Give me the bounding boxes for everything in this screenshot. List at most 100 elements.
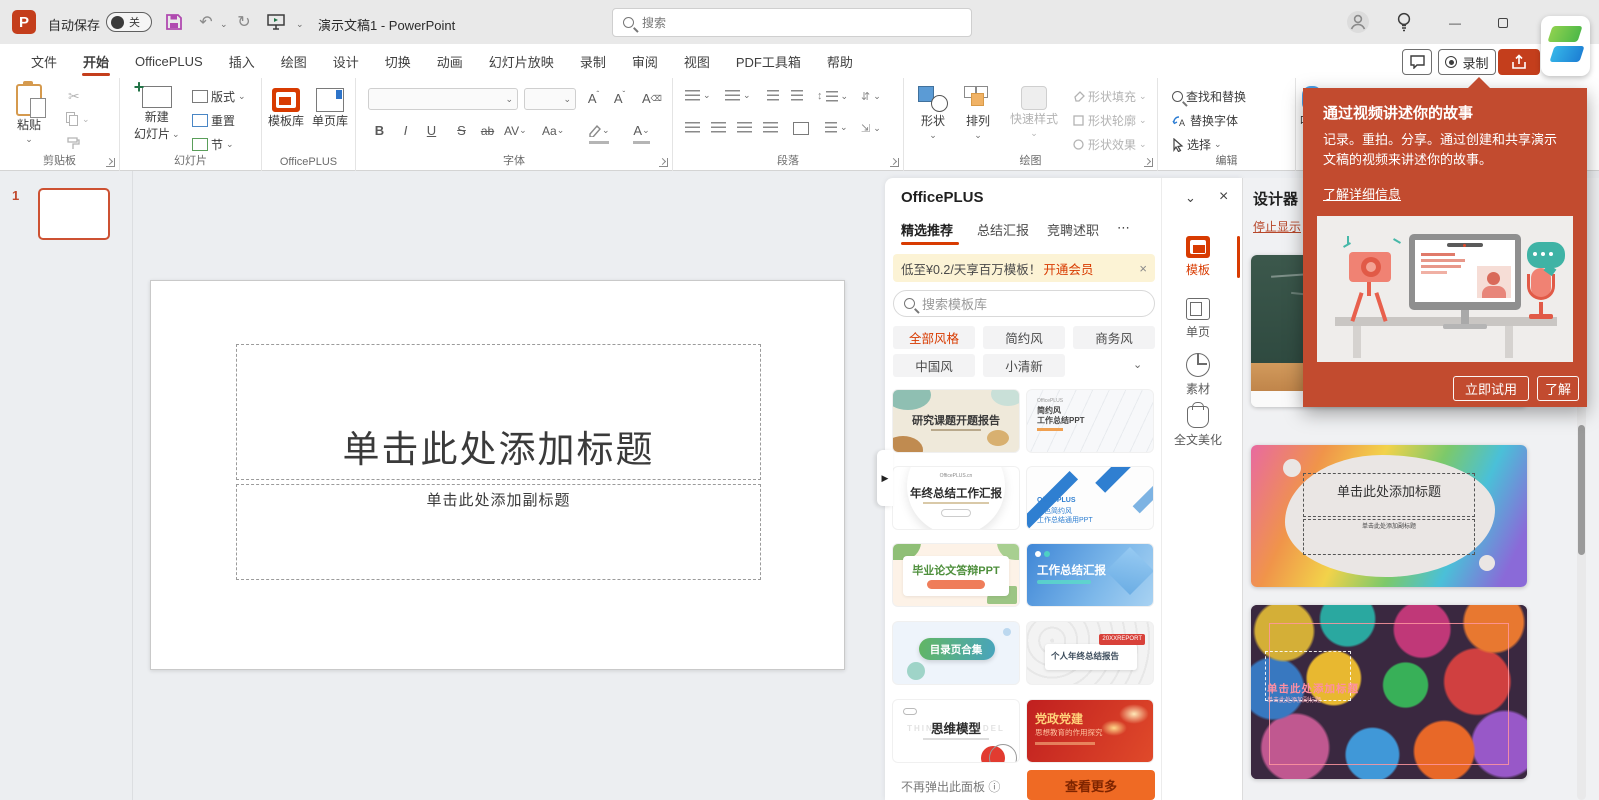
shape-fill-button[interactable]: 形状填充⌄	[1072, 88, 1147, 105]
promo-banner[interactable]: 低至¥0.2/天享百万模板！ 开通会员 ×	[893, 254, 1155, 282]
paste-button[interactable]: 粘贴 ⌄	[16, 84, 42, 144]
columns-button[interactable]	[793, 122, 809, 135]
strikethrough-button[interactable]: S	[452, 120, 471, 141]
template-card[interactable]: 工作总结汇报	[1027, 544, 1153, 606]
bold-button[interactable]: B	[370, 120, 389, 141]
shapes-button[interactable]: 形状 ⌄	[918, 86, 948, 140]
template-card[interactable]: 个人年终总结报告 20XXREPORT	[1027, 622, 1153, 684]
design-suggestion-2[interactable]: 单击此处添加标题 单击此处添加副标题	[1251, 445, 1527, 587]
align-left-button[interactable]	[685, 122, 700, 133]
slide-canvas[interactable]: 单击此处添加标题 单击此处添加副标题	[150, 280, 845, 670]
tab-draw[interactable]: 绘图	[268, 44, 320, 78]
account-button[interactable]	[1346, 10, 1370, 34]
clear-format-button[interactable]: A⌫	[642, 88, 662, 109]
paragraph-dialog-launcher[interactable]	[890, 158, 899, 167]
tab-home[interactable]: 开始	[70, 44, 122, 78]
chip-fresh[interactable]: 小清新	[983, 354, 1065, 377]
rail-assets[interactable]: 素材	[1167, 353, 1229, 397]
tab-review[interactable]: 审阅	[619, 44, 671, 78]
increase-indent-button[interactable]	[791, 90, 803, 101]
panel-chevron-icon[interactable]: ⌄	[1185, 190, 1196, 206]
shrink-font-button[interactable]: Aˇ	[610, 88, 629, 109]
line-spacing-button[interactable]: ↕⌄	[817, 90, 848, 102]
chevron-down-icon[interactable]: ⌄	[220, 20, 228, 29]
font-color-button[interactable]: A⌄	[632, 120, 651, 141]
save-button[interactable]	[162, 10, 186, 34]
tell-me-button[interactable]	[1392, 10, 1416, 34]
template-card[interactable]: 党政党建 思想教育的作用探究	[1027, 700, 1153, 762]
change-case-button[interactable]: Aa⌄	[542, 120, 564, 141]
popup-learn-more-link[interactable]: 了解详细信息	[1323, 184, 1401, 203]
panel-tab-featured[interactable]: 精选推荐	[901, 220, 953, 239]
chips-expand-chevron-icon[interactable]: ⌄	[1133, 358, 1142, 371]
promo-cta-link[interactable]: 开通会员	[1043, 259, 1093, 278]
tab-file[interactable]: 文件	[18, 44, 70, 78]
tab-transitions[interactable]: 切换	[372, 44, 424, 78]
panel-tab-summary[interactable]: 总结汇报	[977, 220, 1029, 239]
layout-button[interactable]: 版式⌄	[192, 88, 246, 105]
dismiss-panel-link[interactable]: 不再弹出此面板 ⓘ	[901, 778, 1000, 795]
chip-business[interactable]: 商务风	[1073, 326, 1155, 349]
bullets-button[interactable]: ⌄	[685, 90, 711, 101]
template-card[interactable]: OfficePLUS 蓝色简约风 工作总结通用PPT	[1027, 467, 1153, 529]
design-suggestion-3[interactable]: 单击此处添加标题 单击此处添加副标题	[1251, 605, 1527, 779]
numbering-button[interactable]: ⌄	[725, 90, 751, 101]
designer-stop-link[interactable]: 停止显示	[1253, 218, 1301, 235]
copy-button[interactable]: ⌄	[66, 112, 90, 126]
quick-styles-button[interactable]: 快速样式 ⌄	[1010, 86, 1058, 138]
section-button[interactable]: 节⌄	[192, 136, 234, 153]
tab-record[interactable]: 录制	[567, 44, 619, 78]
strike-ab-button[interactable]: ab	[478, 120, 497, 141]
screen-recorder-app-icon[interactable]	[1541, 16, 1590, 76]
align-text-button[interactable]: ⌄	[825, 122, 848, 133]
maximize-button[interactable]	[1486, 12, 1520, 34]
justify-button[interactable]	[763, 122, 778, 133]
tab-help[interactable]: 帮助	[814, 44, 866, 78]
font-dialog-launcher[interactable]	[659, 158, 668, 167]
highlight-button[interactable]: ⌄	[588, 120, 610, 141]
tab-design[interactable]: 设计	[320, 44, 372, 78]
template-card[interactable]: 目录页合集	[893, 622, 1019, 684]
title-placeholder[interactable]: 单击此处添加标题	[236, 344, 761, 480]
template-search-box[interactable]: 搜索模板库	[893, 290, 1155, 317]
tab-officeplus[interactable]: OfficePLUS	[122, 44, 216, 78]
template-card[interactable]: OfficePLUS 简约风 工作总结PPT	[1027, 390, 1153, 452]
redo-button[interactable]: ↻	[232, 10, 256, 34]
panel-tab-interview[interactable]: 竞聘述职	[1047, 220, 1099, 239]
cut-button[interactable]: ✂	[68, 88, 80, 105]
clipboard-dialog-launcher[interactable]	[106, 158, 115, 167]
search-box[interactable]: 搜索	[612, 8, 972, 37]
underline-button[interactable]: U	[422, 120, 441, 141]
tab-pdf-tools[interactable]: PDF工具箱	[723, 44, 814, 78]
tab-animations[interactable]: 动画	[424, 44, 476, 78]
powerpoint-app-icon[interactable]: P	[12, 10, 36, 34]
view-more-button[interactable]: 查看更多	[1027, 770, 1155, 800]
font-name-combo[interactable]: ⌄	[368, 88, 518, 110]
slide-thumbnail-1[interactable]	[38, 188, 110, 240]
reset-button[interactable]: 重置	[192, 112, 235, 129]
grow-font-button[interactable]: Aˆ	[584, 88, 603, 109]
start-presentation-button[interactable]	[264, 10, 288, 34]
new-slide-button[interactable]: 新建 幻灯片⌄	[134, 86, 180, 142]
undo-button[interactable]: ↶	[194, 10, 218, 34]
template-card[interactable]: 研究课题开题报告	[893, 390, 1019, 452]
template-card[interactable]: 毕业论文答辩PPT	[893, 544, 1019, 606]
page-library-button[interactable]: 单页库	[312, 88, 348, 129]
tab-insert[interactable]: 插入	[216, 44, 268, 78]
rail-beautify[interactable]: 全文美化	[1167, 406, 1229, 448]
rail-templates[interactable]: 模板	[1167, 236, 1229, 278]
chip-all-styles[interactable]: 全部风格	[893, 326, 975, 349]
minimize-button[interactable]: —	[1438, 12, 1472, 34]
panel-tab-more-icon[interactable]: ⋯	[1117, 220, 1131, 236]
share-button[interactable]	[1498, 49, 1540, 75]
shape-effects-button[interactable]: 形状效果⌄	[1072, 136, 1147, 153]
banner-close-icon[interactable]: ×	[1139, 261, 1147, 276]
template-card[interactable]: OfficePLUS.cn 年终总结工作汇报	[893, 467, 1019, 529]
tab-slideshow[interactable]: 幻灯片放映	[476, 44, 567, 78]
text-direction-button[interactable]: ⇵⌄	[861, 90, 881, 103]
got-it-button[interactable]: 了解	[1537, 376, 1579, 401]
panel-collapse-button[interactable]: ▶	[877, 450, 893, 506]
subtitle-placeholder[interactable]: 单击此处添加副标题	[236, 484, 761, 580]
align-center-button[interactable]	[711, 122, 726, 133]
replace-font-button[interactable]: A 替换字体	[1172, 112, 1238, 129]
